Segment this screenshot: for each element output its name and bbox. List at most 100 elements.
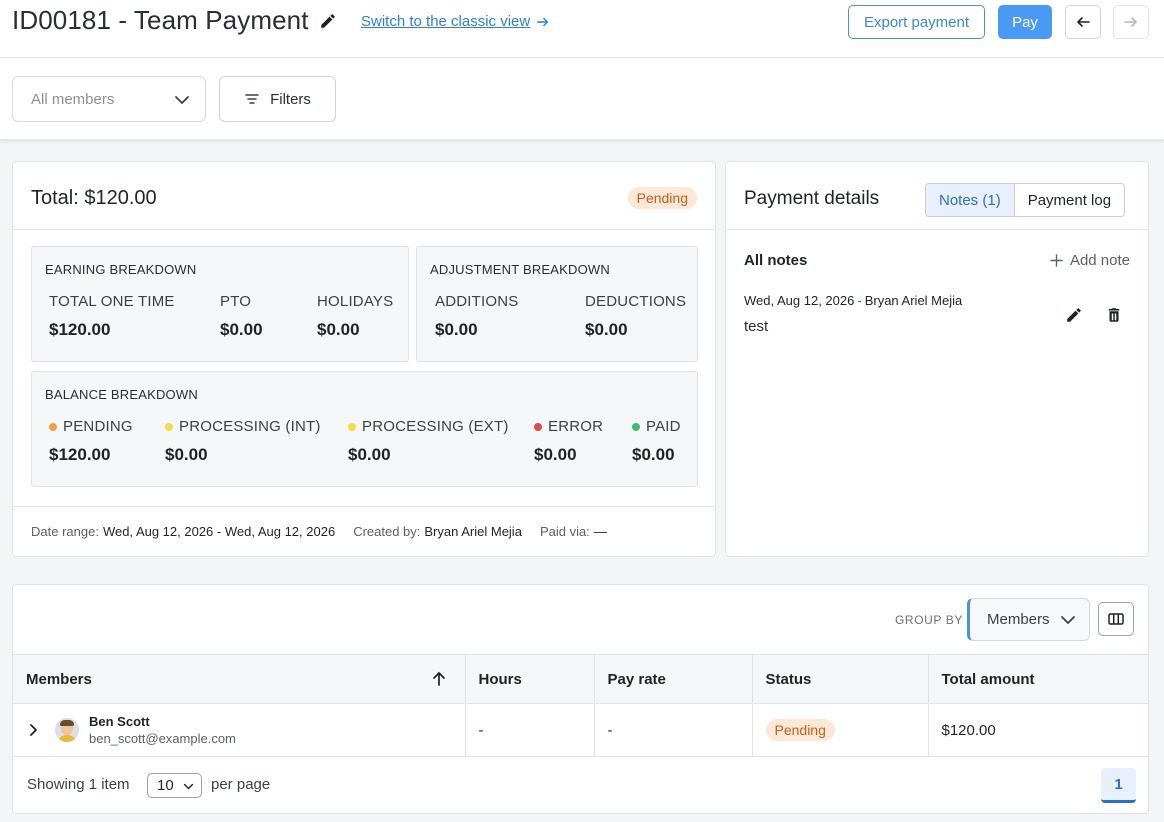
stat-total-one-time: TOTAL ONE TIME $120.00 (49, 293, 175, 340)
stat-value: $120.00 (49, 445, 111, 464)
add-note-button[interactable]: Add note (1050, 252, 1130, 269)
table-row: Ben Scott ben_scott@example.com - - Pend… (13, 703, 1148, 757)
filter-bar: All members Filters (0, 58, 1164, 140)
adjustment-breakdown: ADJUSTMENT BREAKDOWN ADDITIONS $0.00 DED… (416, 246, 698, 362)
filters-button-label: Filters (270, 90, 311, 108)
stat-paid: PAID $0.00 (632, 418, 681, 465)
balance-breakdown-title: BALANCE BREAKDOWN (45, 387, 198, 402)
balance-breakdown: BALANCE BREAKDOWN PENDING $120.00 PROCES… (31, 371, 698, 487)
arrow-left-icon (1076, 17, 1090, 27)
pay-rate-cell: - (594, 703, 753, 757)
previous-payment-button[interactable] (1065, 5, 1101, 39)
members-table: Members Hours Pay rate Status Total amou… (13, 654, 1148, 757)
plus-icon (1050, 254, 1063, 267)
stat-label: PENDING (63, 418, 133, 435)
details-title: Payment details (744, 188, 880, 209)
per-page-select[interactable]: 10 (147, 773, 202, 798)
column-header-status[interactable]: Status (752, 654, 929, 704)
stat-pending: PENDING $120.00 (49, 418, 133, 465)
add-note-label: Add note (1069, 252, 1130, 269)
export-payment-button[interactable]: Export payment (848, 5, 985, 39)
members-select[interactable]: All members (12, 76, 206, 122)
stat-value: $0.00 (348, 445, 391, 464)
stat-label: PAID (646, 418, 681, 435)
page-button-1[interactable]: 1 (1101, 768, 1136, 803)
tab-notes[interactable]: Notes (1) (926, 184, 1015, 216)
payment-details-card: Payment details Notes (1) Payment log Al… (725, 161, 1149, 557)
details-header: Payment details Notes (1) Payment log (726, 162, 1148, 230)
details-tabs: Notes (1) Payment log (925, 183, 1126, 217)
arrow-right-icon (1124, 17, 1138, 27)
arrow-right-icon (537, 17, 549, 26)
avatar (55, 718, 79, 742)
sort-ascending-icon[interactable] (431, 671, 447, 687)
table-header-row: Members Hours Pay rate Status Total amou… (13, 654, 1148, 704)
showing-count: Showing 1 item (27, 776, 130, 793)
chevron-right-icon[interactable] (26, 723, 40, 737)
status-badge: Pending (765, 719, 835, 741)
stat-label: HOLIDAYS (317, 293, 394, 310)
group-by-select[interactable]: Members (967, 598, 1090, 641)
stat-value: $0.00 (435, 320, 478, 339)
stat-label: ADDITIONS (435, 293, 519, 310)
switch-classic-view-link[interactable]: Switch to the classic view (361, 13, 550, 30)
columns-icon (1108, 613, 1124, 625)
stat-holidays: HOLIDAYS $0.00 (317, 293, 393, 340)
edit-title-icon[interactable] (319, 12, 337, 30)
payment-summary-card: Total: $120.00 Pending EARNING BREAKDOWN… (12, 161, 716, 557)
column-header-pay-rate[interactable]: Pay rate (594, 654, 753, 704)
next-payment-button[interactable] (1113, 5, 1149, 39)
stat-label: PROCESSING (INT) (179, 418, 321, 435)
stat-processing-ext: PROCESSING (EXT) $0.00 (348, 418, 509, 465)
stat-label: PROCESSING (EXT) (362, 418, 509, 435)
column-header-hours[interactable]: Hours (465, 654, 595, 704)
members-table-card: GROUP BY Members Members Hours Pay rate … (12, 584, 1149, 814)
all-notes-heading: All notes (744, 252, 808, 269)
chevron-down-icon (183, 783, 194, 790)
status-dot (165, 422, 173, 431)
pay-button[interactable]: Pay (998, 5, 1052, 39)
status-dot (348, 422, 356, 431)
stat-value: $0.00 (220, 320, 263, 339)
column-header-total-amount[interactable]: Total amount (928, 654, 1148, 704)
tab-payment-log[interactable]: Payment log (1014, 184, 1125, 216)
classic-link-label: Switch to the classic view (361, 13, 531, 30)
summary-footer: Date range: Wed, Aug 12, 2026 - Wed, Aug … (13, 506, 715, 556)
paid-via-value: — (593, 524, 607, 539)
per-page-value: 10 (157, 777, 174, 794)
total-amount-cell: $120.00 (928, 703, 1148, 757)
stat-value: $0.00 (632, 445, 675, 464)
note-separator: - (857, 293, 862, 308)
stat-label: TOTAL ONE TIME (49, 293, 175, 310)
stat-label: PTO (220, 293, 252, 310)
delete-note-icon[interactable] (1105, 306, 1123, 324)
paid-via: Paid via: — (539, 524, 607, 539)
status-badge: Pending (627, 187, 697, 209)
stat-deductions: DEDUCTIONS $0.00 (585, 293, 686, 340)
columns-toggle-button[interactable] (1098, 602, 1134, 636)
status-dot (534, 422, 542, 431)
earning-breakdown-title: EARNING BREAKDOWN (45, 262, 197, 277)
stat-additions: ADDITIONS $0.00 (435, 293, 518, 340)
group-by-value: Members (987, 611, 1050, 628)
filters-button[interactable]: Filters (219, 76, 336, 122)
member-cell: Ben Scott ben_scott@example.com (26, 714, 465, 746)
top-header: ID00181 - Team Payment Switch to the cla… (0, 0, 1164, 58)
total-amount: Total: $120.00 (31, 187, 157, 209)
created-by-value: Bryan Ariel Mejia (424, 524, 522, 539)
note-author: Bryan Ariel Mejia (864, 293, 963, 308)
date-range: Date range: Wed, Aug 12, 2026 - Wed, Aug … (31, 524, 336, 539)
stat-label: ERROR (548, 418, 604, 435)
note-date: Wed, Aug 12, 2026 (744, 293, 855, 308)
filter-icon (245, 94, 259, 104)
chevron-down-icon (1061, 616, 1075, 625)
earning-breakdown: EARNING BREAKDOWN TOTAL ONE TIME $120.00… (31, 246, 409, 362)
chevron-down-icon (175, 96, 189, 105)
status-cell: Pending (752, 703, 929, 757)
hours-cell: - (465, 703, 595, 757)
column-header-members[interactable]: Members (13, 654, 466, 704)
edit-note-icon[interactable] (1065, 306, 1083, 324)
per-page-label: per page (211, 776, 271, 793)
created-by: Created by: Bryan Ariel Mejia (353, 524, 522, 539)
date-range-value: Wed, Aug 12, 2026 - Wed, Aug 12, 2026 (102, 524, 336, 539)
